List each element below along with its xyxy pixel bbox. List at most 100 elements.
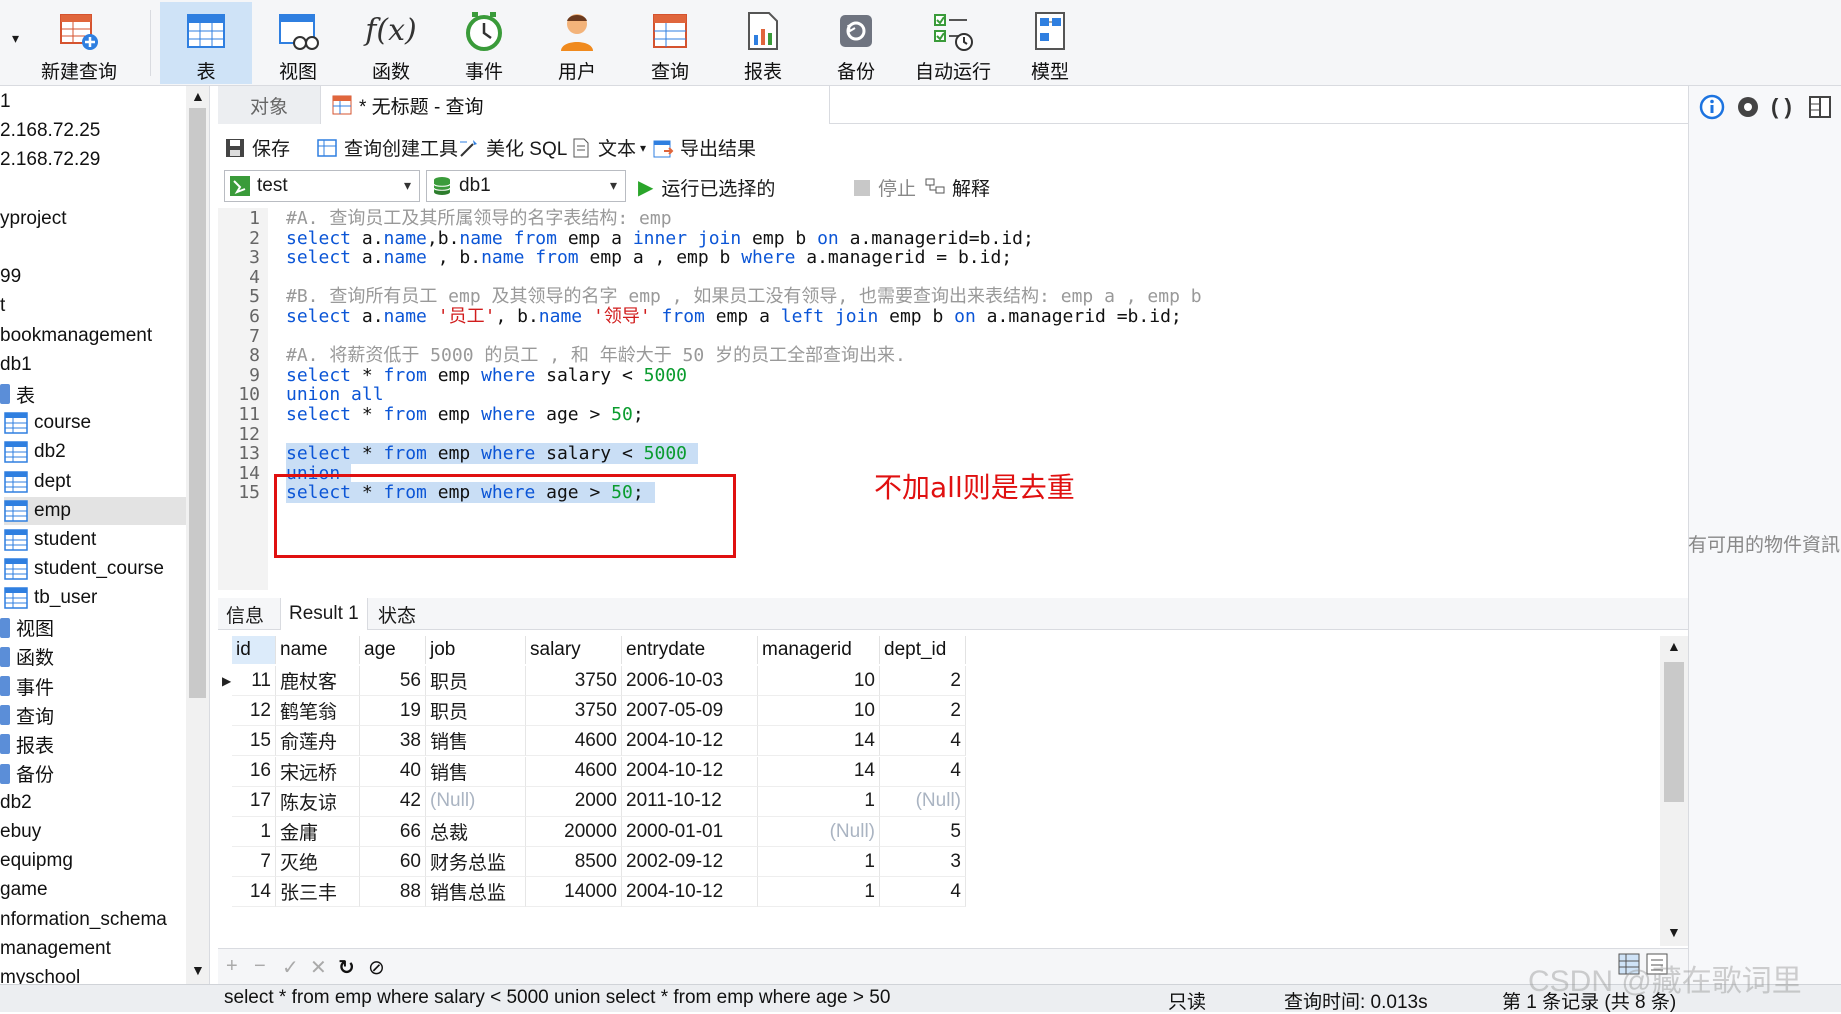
table-cell[interactable]: 7: [232, 847, 276, 878]
function-button[interactable]: f(x) 函数: [345, 2, 437, 84]
table-cell[interactable]: 俞莲舟: [276, 726, 360, 757]
table-row[interactable]: 14 张三丰 88 销售总监 14000 2004-10-12 1 4: [218, 877, 978, 908]
table-cell[interactable]: 2000-01-01: [622, 817, 758, 847]
beautify-sql-button[interactable]: 美化 SQL: [458, 134, 567, 161]
table-row[interactable]: 16 宋远桥 40 销售 4600 2004-10-12 14 4: [218, 756, 978, 787]
table-cell[interactable]: 3: [880, 847, 966, 878]
nav-item[interactable]: 函数: [0, 643, 54, 671]
table-cell[interactable]: 14: [232, 877, 276, 908]
tab-query[interactable]: * 无标题 - 查询: [320, 86, 830, 124]
grid-scroll-thumb[interactable]: [1664, 662, 1684, 802]
table-cell[interactable]: 16: [232, 756, 276, 787]
column-header[interactable]: age: [360, 636, 426, 664]
backup-button[interactable]: 备份: [810, 2, 902, 84]
table-cell[interactable]: 2: [880, 666, 966, 696]
table-cell[interactable]: 42: [360, 786, 426, 817]
table-cell[interactable]: 88: [360, 877, 426, 908]
stop-button[interactable]: 停止: [854, 174, 916, 201]
nav-item[interactable]: student: [4, 526, 96, 554]
column-header[interactable]: name: [276, 636, 360, 664]
text-button[interactable]: 文本 ▾: [570, 134, 646, 161]
nav-scroll-thumb[interactable]: [189, 108, 206, 698]
nav-scrollbar[interactable]: ▲ ▼: [186, 86, 209, 986]
nav-item[interactable]: equipmg: [0, 847, 73, 875]
nav-item[interactable]: student_course: [4, 555, 164, 583]
table-cell[interactable]: 2007-05-09: [622, 696, 758, 727]
scroll-down-icon[interactable]: ▼: [191, 962, 205, 978]
table-cell[interactable]: (Null): [880, 786, 966, 817]
tab-info[interactable]: 信息: [218, 598, 272, 630]
table-cell[interactable]: 鹤笔翁: [276, 696, 360, 727]
table-button[interactable]: 表: [160, 2, 252, 84]
run-selected-button[interactable]: ▶ 运行已选择的: [638, 174, 775, 201]
ddl-icon[interactable]: ( ): [1771, 94, 1797, 120]
event-button[interactable]: 事件: [438, 2, 530, 84]
nav-item[interactable]: 1: [0, 88, 11, 116]
nav-item[interactable]: ebuy: [0, 818, 41, 846]
scroll-down-icon[interactable]: ▼: [1667, 924, 1681, 940]
export-results-button[interactable]: 导出结果: [652, 134, 756, 161]
nav-item[interactable]: t: [0, 292, 5, 320]
nav-item[interactable]: game: [0, 876, 48, 904]
nav-item[interactable]: 2.168.72.29: [0, 146, 100, 174]
query-builder-button[interactable]: 查询创建工具: [316, 134, 458, 161]
table-cell[interactable]: 2000: [526, 786, 622, 817]
table-cell[interactable]: 财务总监: [426, 847, 526, 878]
table-cell[interactable]: 1: [758, 786, 880, 817]
connection-select[interactable]: test ▾: [224, 170, 420, 202]
discard-changes-icon[interactable]: ✕: [310, 955, 327, 980]
table-cell[interactable]: 陈友谅: [276, 786, 360, 817]
table-cell[interactable]: 17: [232, 786, 276, 817]
table-cell[interactable]: 2004-10-12: [622, 756, 758, 787]
table-cell[interactable]: 2004-10-12: [622, 877, 758, 908]
table-cell[interactable]: 14: [758, 726, 880, 757]
table-cell[interactable]: 60: [360, 847, 426, 878]
table-row[interactable]: 1 金庸 66 总裁 20000 2000-01-01 (Null) 5: [218, 817, 978, 847]
table-cell[interactable]: 鹿杖客: [276, 666, 360, 696]
table-row[interactable]: 12 鹤笔翁 19 职员 3750 2007-05-09 10 2: [218, 696, 978, 727]
nav-item[interactable]: 视图: [0, 614, 54, 642]
table-cell[interactable]: 2002-09-12: [622, 847, 758, 878]
table-cell[interactable]: 职员: [426, 666, 526, 696]
table-cell[interactable]: 销售: [426, 726, 526, 757]
table-cell[interactable]: 8500: [526, 847, 622, 878]
table-cell[interactable]: 4600: [526, 726, 622, 757]
stop-query-icon[interactable]: ⊘: [368, 955, 385, 980]
table-row[interactable]: ▶ 11 鹿杖客 56 职员 3750 2006-10-03 10 2: [218, 666, 978, 696]
column-header[interactable]: job: [426, 636, 526, 664]
nav-item[interactable]: myschool: [0, 964, 80, 986]
nav-item[interactable]: 表: [0, 380, 35, 408]
table-cell[interactable]: 3750: [526, 696, 622, 727]
nav-item[interactable]: db1: [0, 351, 32, 379]
nav-item[interactable]: 99: [0, 263, 21, 291]
nav-item[interactable]: 报表: [0, 730, 54, 758]
table-cell[interactable]: 1: [232, 817, 276, 847]
nav-item[interactable]: db2: [0, 789, 32, 817]
table-cell[interactable]: 10: [758, 666, 880, 696]
table-cell[interactable]: 19: [360, 696, 426, 727]
table-cell[interactable]: 2011-10-12: [622, 786, 758, 817]
table-cell[interactable]: 1: [758, 847, 880, 878]
column-header[interactable]: dept_id: [880, 636, 966, 664]
nav-item[interactable]: 2.168.72.25: [0, 117, 100, 145]
dropdown-arrow-icon[interactable]: ▾: [12, 30, 19, 47]
table-row[interactable]: 17 陈友谅 42 (Null) 2000 2011-10-12 1 (Null): [218, 786, 978, 817]
table-cell[interactable]: 职员: [426, 696, 526, 727]
table-cell[interactable]: 11: [232, 666, 276, 696]
add-record-icon[interactable]: +: [226, 955, 238, 978]
table-cell[interactable]: 15: [232, 726, 276, 757]
table-cell[interactable]: 40: [360, 756, 426, 787]
scroll-up-icon[interactable]: ▲: [191, 88, 205, 104]
column-header[interactable]: id: [232, 636, 276, 664]
table-cell[interactable]: 灭绝: [276, 847, 360, 878]
table-cell[interactable]: 1: [758, 877, 880, 908]
tab-objects[interactable]: 对象: [218, 86, 320, 124]
new-query-button[interactable]: 新建查询: [24, 2, 134, 84]
table-cell[interactable]: 20000: [526, 817, 622, 847]
automation-button[interactable]: 自动运行: [903, 2, 1003, 84]
nav-item[interactable]: dept: [4, 468, 71, 496]
explain-button[interactable]: 解释: [924, 174, 990, 201]
table-cell[interactable]: 销售: [426, 756, 526, 787]
model-button[interactable]: 模型: [1004, 2, 1096, 84]
table-cell[interactable]: 38: [360, 726, 426, 757]
